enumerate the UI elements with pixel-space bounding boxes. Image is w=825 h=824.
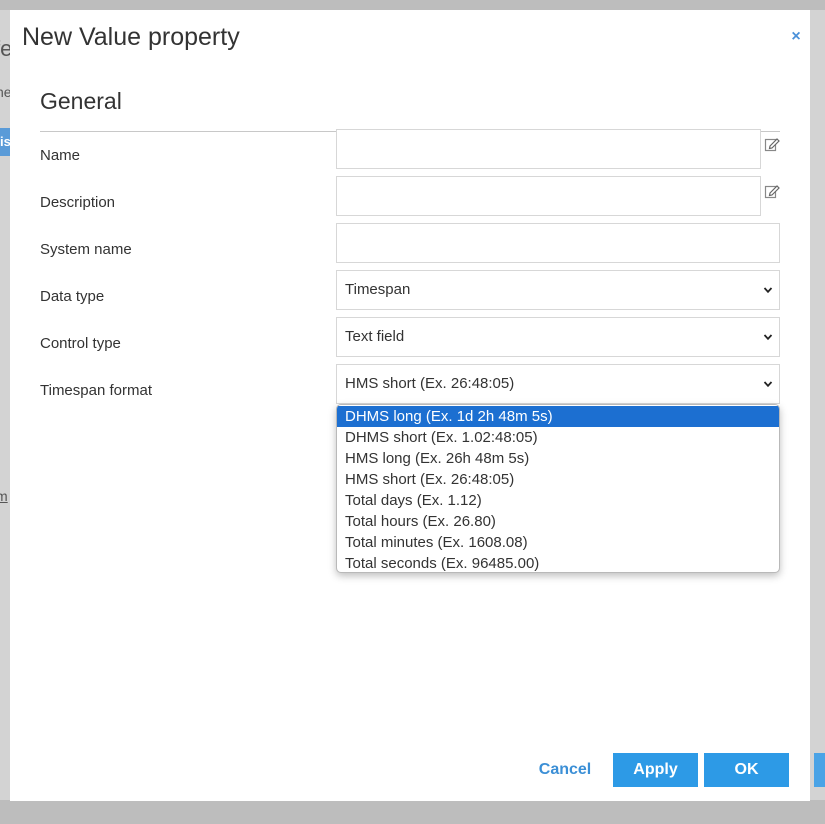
dropdown-option[interactable]: Total hours (Ex. 26.80) <box>337 511 779 532</box>
new-value-property-dialog: New Value property × General Name Descri… <box>10 10 810 801</box>
background-button-fragment-right <box>814 753 825 787</box>
chevron-down-icon <box>763 287 773 294</box>
control-type-select[interactable]: Text field <box>336 317 780 357</box>
system-name-input[interactable] <box>336 223 780 263</box>
background-link-fragment: m <box>0 488 8 504</box>
dropdown-option[interactable]: Total seconds (Ex. 96485.00) <box>337 553 779 572</box>
data-type-value: Timespan <box>345 281 411 298</box>
edit-icon[interactable] <box>764 136 780 152</box>
background-text-fragment: he <box>0 84 10 100</box>
system-name-label: System name <box>40 241 132 258</box>
chevron-down-icon <box>763 381 773 388</box>
background-title-fragment: fe <box>0 36 10 61</box>
dropdown-option[interactable]: Total days (Ex. 1.12) <box>337 490 779 511</box>
background-button-fragment: is <box>0 128 10 156</box>
description-label: Description <box>40 194 116 211</box>
background-right-strip <box>810 10 825 800</box>
control-type-value: Text field <box>345 328 405 345</box>
data-type-select[interactable]: Timespan <box>336 270 780 310</box>
background-left-strip: fe he is m <box>0 10 10 800</box>
timespan-format-label: Timespan format <box>40 382 152 399</box>
ok-button[interactable]: OK <box>704 753 789 787</box>
timespan-format-dropdown: DHMS long (Ex. 1d 2h 48m 5s) DHMS short … <box>336 404 780 573</box>
dialog-title: New Value property <box>22 23 240 51</box>
section-title-general: General <box>40 88 122 114</box>
cancel-button[interactable]: Cancel <box>530 753 600 787</box>
control-type-label: Control type <box>40 335 121 352</box>
apply-button[interactable]: Apply <box>613 753 698 787</box>
dropdown-option[interactable]: HMS short (Ex. 26:48:05) <box>337 469 779 490</box>
chevron-down-icon <box>763 334 773 341</box>
name-input[interactable] <box>336 129 761 169</box>
dropdown-option[interactable]: HMS long (Ex. 26h 48m 5s) <box>337 448 779 469</box>
dropdown-option[interactable]: Total minutes (Ex. 1608.08) <box>337 532 779 553</box>
edit-icon[interactable] <box>764 183 780 199</box>
name-label: Name <box>40 147 81 164</box>
dropdown-option[interactable]: DHMS short (Ex. 1.02:48:05) <box>337 427 779 448</box>
description-input[interactable] <box>336 176 761 216</box>
timespan-format-value: HMS short (Ex. 26:48:05) <box>345 375 515 392</box>
timespan-format-select[interactable]: HMS short (Ex. 26:48:05) <box>336 364 780 404</box>
dropdown-option[interactable]: DHMS long (Ex. 1d 2h 48m 5s) <box>337 406 779 427</box>
close-icon[interactable]: × <box>788 28 804 48</box>
data-type-label: Data type <box>40 288 105 305</box>
